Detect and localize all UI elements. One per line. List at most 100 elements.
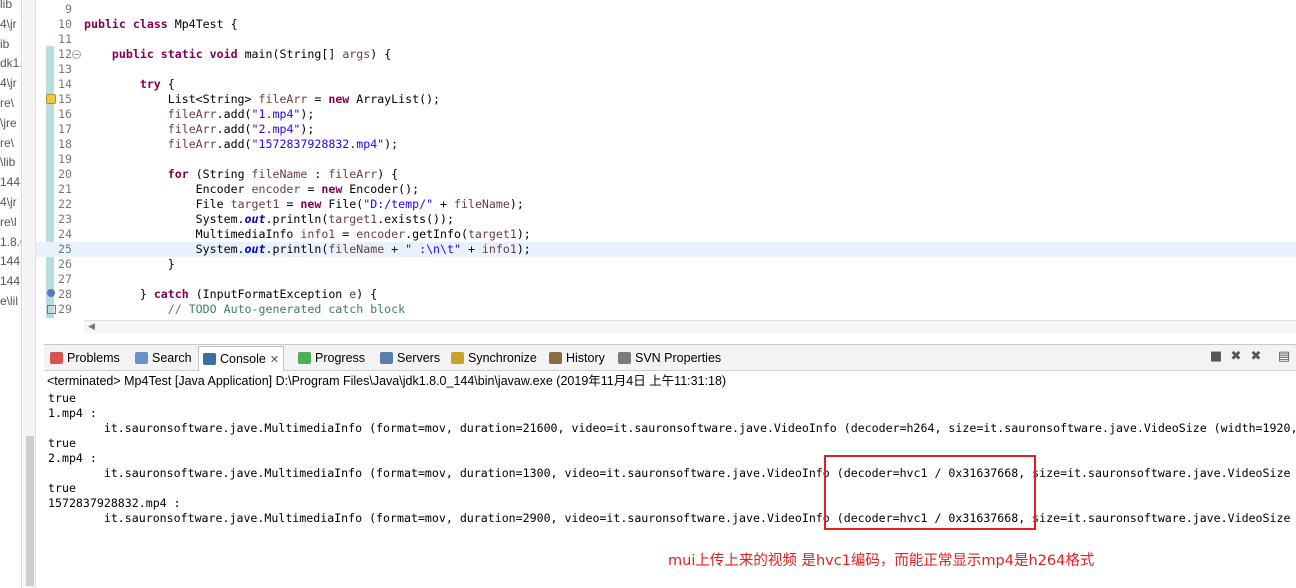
scroll-left-icon[interactable]: ◀ [88, 322, 95, 332]
tree-item-fragment[interactable]: dk1.8 [0, 56, 21, 70]
tree-item-fragment[interactable]: re\ [0, 96, 14, 110]
code-token: new [328, 92, 357, 106]
clear-console-icon[interactable]: ▤ [1276, 349, 1292, 365]
tree-item-fragment[interactable]: 144 [0, 175, 20, 189]
scrollbar-thumb[interactable] [26, 436, 34, 586]
remove-launch-icon[interactable]: ✖ [1228, 349, 1244, 365]
code-line[interactable]: 28 } catch (InputFormatException e) { [36, 287, 1296, 302]
code-line[interactable]: 16 fileArr.add("1.mp4"); [36, 107, 1296, 122]
console-icon [203, 353, 216, 365]
code-editor[interactable]: 9 10 public class Mp4Test {11 12 public sta… [36, 0, 1296, 338]
code-token: .exists()); [377, 212, 454, 226]
console-line: true [48, 481, 76, 495]
code-token: public [84, 17, 133, 31]
code-token: List<String> [84, 92, 259, 106]
tab-search[interactable]: Search [135, 348, 192, 369]
code-line[interactable]: 29 // TODO Auto-generated catch block [36, 302, 1296, 317]
code-line[interactable]: 14 try { [36, 77, 1296, 92]
tree-item-fragment[interactable]: \jre [0, 116, 17, 130]
line-number: 20 [58, 167, 72, 181]
line-number: 15 [58, 92, 72, 106]
code-token: .getInfo( [405, 227, 468, 241]
tab-progress[interactable]: Progress [298, 348, 365, 369]
code-line[interactable]: 23 System.out.println(target1.exists()); [36, 212, 1296, 227]
tree-item-fragment[interactable]: 1.8.0 [0, 235, 21, 249]
code-token: } [84, 287, 154, 301]
line-number: 13 [58, 62, 72, 76]
tab-servers[interactable]: Servers [380, 348, 440, 369]
line-number: 18 [58, 137, 72, 151]
tree-item-fragment[interactable]: 4\jr [0, 76, 17, 90]
tab-problems[interactable]: Problems [50, 348, 120, 369]
line-number: 12 [58, 47, 72, 61]
tree-item-fragment[interactable]: re\l [0, 215, 17, 229]
code-token: class [132, 17, 175, 31]
code-token: ) { [377, 167, 399, 181]
console-line: 1.mp4 : [48, 406, 97, 420]
code-line[interactable]: 10 public class Mp4Test { [36, 17, 1296, 32]
code-line[interactable]: 9 [36, 2, 1296, 17]
terminate-icon[interactable]: ■ [1208, 349, 1224, 365]
tab-history[interactable]: History [549, 348, 605, 369]
package-explorer-scrollbar[interactable] [23, 0, 36, 588]
remove-all-terminated-icon[interactable]: ✖ [1248, 349, 1264, 365]
code-token: // TODO Auto-generated catch block [167, 302, 406, 316]
code-token: = [279, 197, 301, 211]
code-text: for (String fileName : fileArr) { [84, 167, 398, 182]
code-line[interactable]: 26 } [36, 257, 1296, 272]
svn-properties-icon [618, 352, 631, 364]
code-token: ArrayList(); [356, 92, 441, 106]
code-token: = [300, 182, 322, 196]
tree-item-fragment[interactable]: \lib [0, 155, 15, 169]
tree-item-fragment[interactable]: 4\jr [0, 195, 17, 209]
code-line[interactable]: 20 for (String fileName : fileArr) { [36, 167, 1296, 182]
code-line[interactable]: 24 MultimediaInfo info1 = encoder.getInf… [36, 227, 1296, 242]
code-line[interactable]: 12 public static void main(String[] args… [36, 47, 1296, 62]
code-line[interactable]: 17 fileArr.add("2.mp4"); [36, 122, 1296, 137]
code-token: new [321, 182, 350, 196]
console-line: it.sauronsoftware.jave.MultimediaInfo (f… [48, 511, 1291, 525]
code-line[interactable]: 27 [36, 272, 1296, 287]
console-line: 1572837928832.mp4 : [48, 496, 181, 510]
code-line[interactable]: 13 [36, 62, 1296, 77]
code-token: ); [509, 197, 524, 211]
code-line[interactable]: 25 System.out.println(fileName + " :\n\t… [36, 242, 1296, 257]
code-line[interactable]: 21 Encoder encoder = new Encoder(); [36, 182, 1296, 197]
code-line[interactable]: 11 [36, 32, 1296, 47]
tab-svn-properties[interactable]: SVN Properties [618, 348, 721, 369]
code-token: "D:/temp/" [363, 197, 434, 211]
problems-icon [50, 352, 63, 364]
tree-item-fragment[interactable]: lib [0, 0, 12, 11]
code-token: fileArr [167, 107, 217, 121]
code-line[interactable]: 19 [36, 152, 1296, 167]
tree-item-fragment[interactable]: 4\jr [0, 17, 17, 31]
code-token: Encoder [84, 182, 252, 196]
line-number: 16 [58, 107, 72, 121]
package-explorer-fragment: lib 4\jr ib dk1.8 4\jr re\ \jre re\ \lib 144 4\jr r… [0, 0, 22, 588]
code-token: .add( [216, 107, 252, 121]
code-token: out [244, 212, 266, 226]
code-line[interactable]: 22 File target1 = new File("D:/temp/" + … [36, 197, 1296, 212]
close-icon[interactable]: ✕ [270, 354, 279, 366]
tab-synchronize[interactable]: Synchronize [451, 348, 537, 369]
code-token: = [307, 92, 329, 106]
code-text: try { [84, 77, 175, 92]
code-text: fileArr.add("2.mp4"); [84, 122, 315, 137]
code-line[interactable]: 15 List<String> fileArr = new ArrayList(… [36, 92, 1296, 107]
editor-horizontal-scrollbar[interactable]: ◀ [84, 320, 1296, 334]
tree-item-fragment[interactable]: e\lil [0, 294, 18, 308]
tree-item-fragment[interactable]: 144 [0, 254, 20, 268]
tab-console[interactable]: Console ✕ [198, 346, 285, 371]
code-token: = [335, 227, 357, 241]
code-line[interactable]: 18 fileArr.add("1572837928832.mp4"); [36, 137, 1296, 152]
code-token: : [307, 167, 329, 181]
fold-toggle-icon[interactable]: − [72, 50, 81, 59]
tree-item-fragment[interactable]: 144 [0, 274, 20, 288]
tree-item-fragment[interactable]: re\ [0, 136, 14, 150]
console-line: true [48, 391, 76, 405]
tree-item-fragment[interactable]: ib [0, 37, 9, 51]
code-token: .add( [216, 137, 252, 151]
